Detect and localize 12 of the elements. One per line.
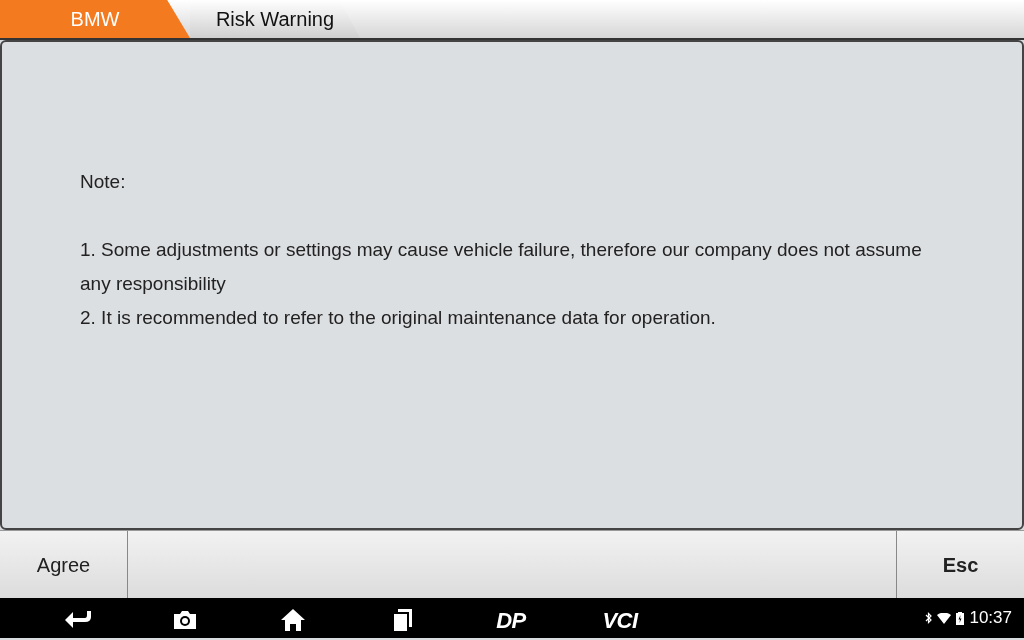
clock-text: 10:37	[969, 607, 1012, 630]
nav-logo-text[interactable]: VCI	[602, 603, 638, 637]
nav-logo-text[interactable]: DP	[496, 603, 526, 637]
note-heading: Note:	[80, 170, 127, 194]
camera-icon[interactable]	[172, 609, 198, 631]
recent-apps-icon[interactable]	[392, 608, 414, 632]
home-icon[interactable]	[280, 608, 306, 632]
bluetooth-icon	[925, 612, 933, 624]
battery-icon	[956, 611, 965, 625]
note-text: 2. It is recommended to refer to the original maintenance data for operation.	[80, 306, 717, 330]
wifi-icon	[937, 612, 952, 624]
note-text: 1. Some adjustments or settings may cause vehicle failure, therefore our company does not assume any responsibility	[80, 238, 923, 296]
